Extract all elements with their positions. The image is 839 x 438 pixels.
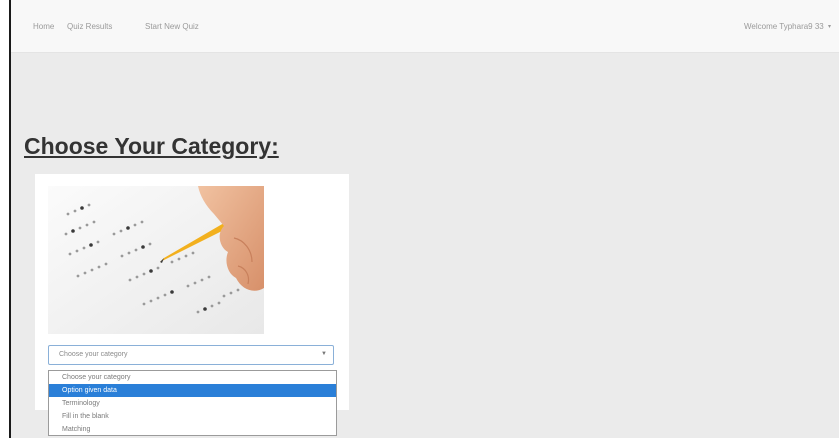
nav-start-new-quiz-link[interactable]: Start New Quiz <box>145 22 199 31</box>
page-title: Choose Your Category: <box>24 133 279 159</box>
category-option-choose[interactable]: Choose your category <box>49 371 336 384</box>
page: Home Quiz Results Start New Quiz Welcome… <box>0 0 839 438</box>
category-option-matching[interactable]: Matching <box>49 423 336 436</box>
user-menu-dropdown[interactable]: Welcome Typhara9 33 ▾ <box>744 22 831 31</box>
quiz-sheet-illustration <box>48 186 264 334</box>
caret-down-icon: ▾ <box>827 24 831 31</box>
chevron-down-icon: ▼ <box>321 351 327 357</box>
category-select[interactable]: Choose your category ▼ <box>48 345 334 365</box>
category-options-list[interactable]: Choose your category Option given data T… <box>48 370 337 436</box>
category-option-given-data[interactable]: Option given data <box>49 384 336 397</box>
nav-home-link[interactable]: Home <box>33 22 54 31</box>
category-select-value: Choose your category <box>59 351 128 358</box>
top-navbar: Home Quiz Results Start New Quiz Welcome… <box>11 0 839 53</box>
welcome-text: Welcome Typhara9 33 <box>744 22 824 31</box>
quiz-sheet-image <box>48 186 264 334</box>
nav-quiz-results-link[interactable]: Quiz Results <box>67 22 112 31</box>
category-option-fill-in-blank[interactable]: Fill in the blank <box>49 410 336 423</box>
category-option-terminology[interactable]: Terminology <box>49 397 336 410</box>
left-border <box>9 0 11 438</box>
